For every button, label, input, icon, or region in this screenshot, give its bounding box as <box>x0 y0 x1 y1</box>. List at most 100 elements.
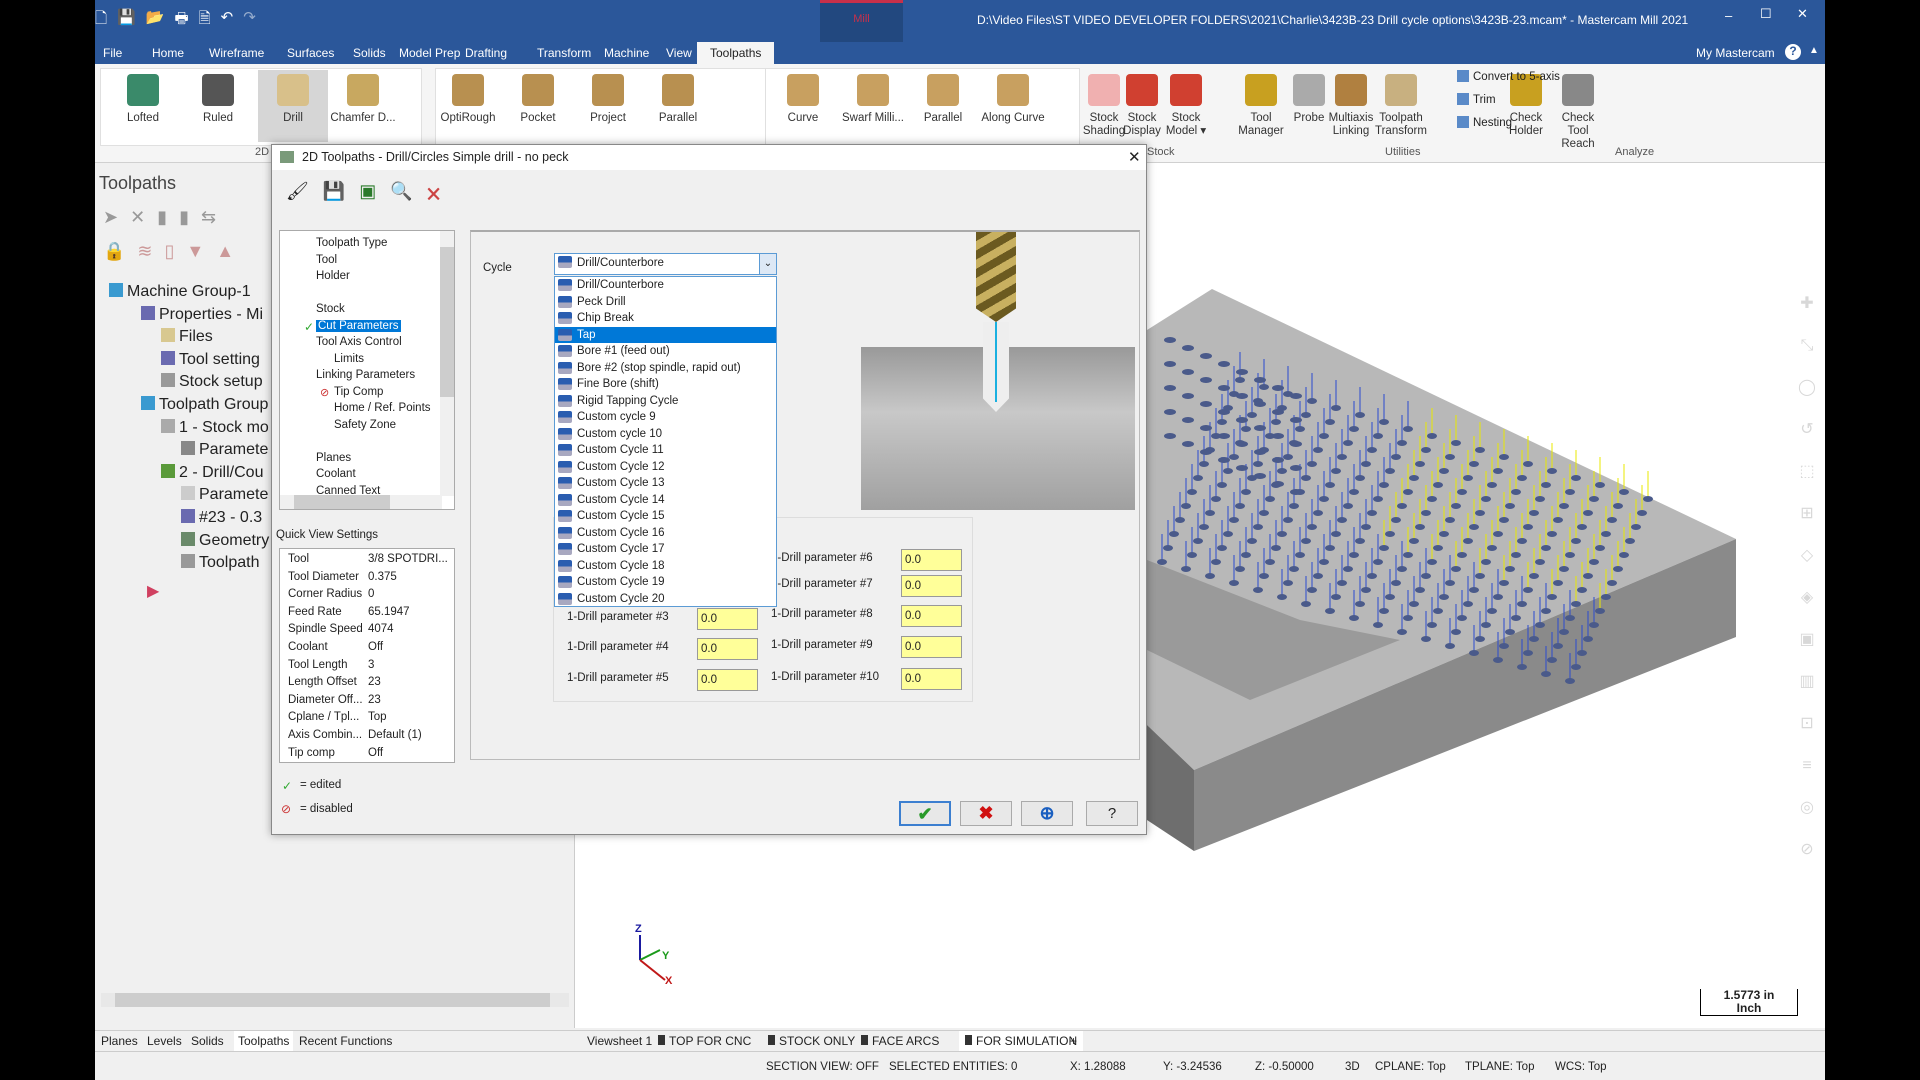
cycle-option[interactable]: Fine Bore (shift) <box>555 376 776 393</box>
menu-tab-model-prep[interactable]: Model Prep <box>399 46 460 60</box>
bottom-tab-planes[interactable]: Planes <box>101 1034 138 1048</box>
ribbon-button-curve[interactable]: Curve <box>768 70 838 142</box>
cycle-option[interactable]: Peck Drill <box>555 294 776 311</box>
cycle-option[interactable]: Custom Cycle 15 <box>555 508 776 525</box>
tree-item[interactable]: Linking Parameters <box>316 369 415 381</box>
cycle-option[interactable]: Custom Cycle 14 <box>555 492 776 509</box>
cycle-option[interactable]: Bore #2 (stop spindle, rapid out) <box>555 360 776 377</box>
param-input[interactable]: 0.0 <box>901 575 962 597</box>
param-input[interactable]: 0.0 <box>697 638 758 660</box>
cycle-option[interactable]: Bore #1 (feed out) <box>555 343 776 360</box>
print-icon[interactable]: 🖶 <box>174 8 188 33</box>
menu-tab-view[interactable]: View <box>666 46 692 60</box>
tree-item[interactable]: Tip Comp <box>334 386 383 398</box>
menu-tab-home[interactable]: Home <box>152 46 184 60</box>
help-icon[interactable]: ? <box>1785 44 1801 60</box>
cplane-status[interactable]: CPLANE: Top <box>1375 1061 1446 1073</box>
collapse-ribbon-icon[interactable]: ▲ <box>1809 45 1819 56</box>
tree-item[interactable]: Planes <box>316 452 351 464</box>
save-to-library-icon[interactable]: ▣ <box>359 181 376 211</box>
ribbon-button-swarf-milli-[interactable]: Swarf Milli... <box>838 70 908 142</box>
cycle-option[interactable]: Custom Cycle 20 <box>555 591 776 608</box>
delete-icon[interactable]: 🗙 <box>427 181 441 211</box>
param-input[interactable]: 0.0 <box>697 669 758 691</box>
tree-node[interactable]: Toolpath Group <box>141 396 268 414</box>
tree-node[interactable]: 2 - Drill/Cou <box>161 463 263 482</box>
param-input[interactable]: 0.0 <box>901 549 962 571</box>
cycle-option[interactable]: Tap <box>555 326 776 343</box>
cycle-option[interactable]: Custom Cycle 18 <box>555 558 776 575</box>
viewsheet-tab[interactable]: FOR SIMULATION <box>959 1031 1084 1051</box>
tplane-status[interactable]: TPLANE: Top <box>1465 1061 1534 1073</box>
cycle-option[interactable]: Custom Cycle 19 <box>555 574 776 591</box>
cycle-select[interactable]: Drill/Counterbore ⌄ <box>554 253 777 275</box>
tree-item[interactable]: Holder <box>316 270 350 282</box>
minimize-button[interactable]: – <box>1725 8 1732 23</box>
ribbon-button-tool-manager[interactable]: Tool Manager <box>1235 70 1287 142</box>
tree-item[interactable]: Stock <box>316 303 345 315</box>
tree-node[interactable]: Stock setup <box>161 373 263 391</box>
help-button[interactable]: ? <box>1086 801 1138 826</box>
menu-tab-solids[interactable]: Solids <box>353 46 386 60</box>
redo-icon[interactable]: ↷ <box>243 8 256 33</box>
save-icon[interactable]: 💾 <box>117 8 136 33</box>
tree-node[interactable]: Geometry <box>181 531 269 550</box>
cycle-option[interactable]: Custom Cycle 16 <box>555 525 776 542</box>
toolpath-manager-toolbar[interactable]: ➤✕▮▮⇆ <box>103 207 228 228</box>
tree-node[interactable]: Paramete <box>181 441 268 459</box>
viewsheet-tab[interactable]: Viewsheet 1 <box>587 1034 652 1048</box>
ribbon-button-drill[interactable]: Drill <box>258 70 328 142</box>
3d-mode[interactable]: 3D <box>1345 1061 1360 1073</box>
cycle-option[interactable]: Custom Cycle 11 <box>555 442 776 459</box>
ribbon-button-ruled[interactable]: Ruled <box>183 70 253 142</box>
cycle-option[interactable]: Chip Break <box>555 310 776 327</box>
tree-node[interactable]: Files <box>161 328 213 346</box>
ribbon-button-pocket[interactable]: Pocket <box>503 70 573 142</box>
ribbon-button-parallel[interactable]: Parallel <box>643 70 713 142</box>
menu-tab-drafting[interactable]: Drafting <box>465 46 507 60</box>
tree-node[interactable]: Paramete <box>181 486 268 504</box>
tree-item[interactable]: Tool Axis Control <box>316 336 402 348</box>
z-coordinate[interactable]: Z: -0.50000 <box>1255 1061 1314 1073</box>
tree-item[interactable]: Home / Ref. Points <box>334 402 431 414</box>
tree-node[interactable]: Toolpath <box>181 554 260 572</box>
save-as-icon[interactable]: 🗎 <box>199 8 211 33</box>
tool-icon[interactable]: 🖌 <box>286 181 309 211</box>
tree-vertical-scrollbar[interactable] <box>440 231 454 496</box>
wcs-status[interactable]: WCS: Top <box>1555 1061 1607 1073</box>
new-file-icon[interactable]: 🗋 <box>95 8 107 33</box>
save-icon[interactable]: 💾 <box>323 181 345 211</box>
tree-node[interactable]: 1 - Stock mo <box>161 418 269 437</box>
cancel-button[interactable]: ✖ <box>960 801 1012 826</box>
viewsheet-tab[interactable]: TOP FOR CNC <box>658 1034 751 1048</box>
ribbon-button-optirough[interactable]: OptiRough <box>433 70 503 142</box>
tree-item[interactable]: Tool <box>316 254 337 266</box>
cycle-option[interactable]: Rigid Tapping Cycle <box>555 393 776 410</box>
menu-tab-machine[interactable]: Machine <box>604 46 649 60</box>
add-button[interactable]: ⊕ <box>1021 801 1073 826</box>
tree-item[interactable]: Toolpath Type <box>316 237 387 249</box>
ribbon-small-button-1[interactable]: Trim <box>1457 93 1496 106</box>
cycle-option[interactable]: Custom Cycle 13 <box>555 475 776 492</box>
cycle-option[interactable]: Drill/Counterbore <box>555 277 776 294</box>
cycle-option[interactable]: Custom Cycle 17 <box>555 541 776 558</box>
close-button[interactable]: ✕ <box>1797 6 1808 22</box>
ribbon-button-multiaxis-linking[interactable]: Multiaxis Linking <box>1325 70 1377 142</box>
viewsheet-tab[interactable]: FACE ARCS <box>861 1034 939 1048</box>
horizontal-scrollbar[interactable] <box>101 993 569 1007</box>
ok-button[interactable]: ✔ <box>899 801 951 826</box>
bottom-tab-toolpaths[interactable]: Toolpaths <box>234 1031 294 1051</box>
cycle-option[interactable]: Custom cycle 9 <box>555 409 776 426</box>
param-input[interactable]: 0.0 <box>901 668 962 690</box>
menu-tab-toolpaths[interactable]: Toolpaths <box>697 42 775 64</box>
menu-tab-wireframe[interactable]: Wireframe <box>209 46 264 60</box>
viewsheet-tab[interactable]: STOCK ONLY <box>768 1034 855 1048</box>
tree-item[interactable]: Coolant <box>316 468 356 480</box>
viewsheet-tab[interactable]: + <box>1070 1034 1077 1048</box>
menu-tab-surfaces[interactable]: Surfaces <box>287 46 334 60</box>
ribbon-button-project[interactable]: Project <box>573 70 643 142</box>
undo-icon[interactable]: ↶ <box>221 8 234 33</box>
ribbon-button-along-curve[interactable]: Along Curve <box>978 70 1048 142</box>
my-mastercam-link[interactable]: My Mastercam <box>1696 46 1775 60</box>
insert-arrow-icon[interactable]: ▶ <box>147 581 159 601</box>
